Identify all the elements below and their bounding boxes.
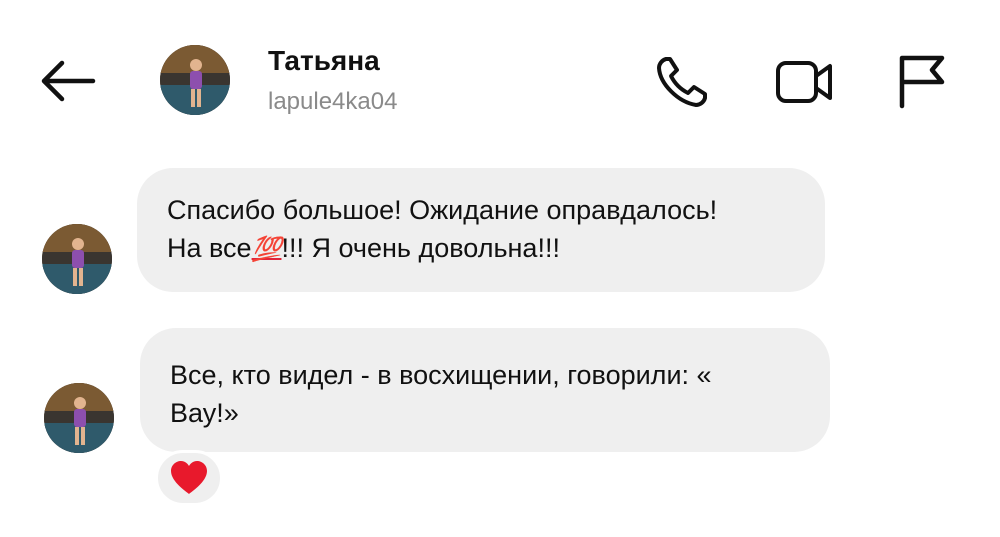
- message-bubble[interactable]: Спасибо большое! Ожидание оправдалось! Н…: [137, 168, 825, 292]
- avatar-photo: [160, 45, 230, 115]
- message-text-line: Спасибо большое! Ожидание оправдалось!: [167, 195, 718, 225]
- report-button[interactable]: [892, 52, 952, 112]
- message-text: !!! Я очень довольна!!!: [281, 233, 560, 263]
- message-text-line: Все, кто видел - в восхищении, говорили:…: [170, 360, 712, 390]
- avatar-photo: [44, 383, 114, 453]
- back-button[interactable]: [38, 56, 98, 106]
- call-button[interactable]: [652, 52, 712, 112]
- flag-icon: [899, 55, 945, 109]
- message-avatar[interactable]: [42, 224, 112, 294]
- video-camera-icon: [776, 61, 832, 103]
- contact-username: lapule4ka04: [268, 88, 398, 115]
- video-call-button[interactable]: [772, 52, 832, 112]
- conversation-header: Татьяна lapule4ka04: [0, 0, 1000, 150]
- arrow-left-icon: [41, 60, 96, 102]
- phone-icon: [657, 57, 707, 107]
- message-text-line: Вау!»: [170, 398, 239, 428]
- heart-icon: [171, 461, 207, 494]
- hundred-points-icon: 💯: [251, 236, 282, 263]
- message-bubble[interactable]: Все, кто видел - в восхищении, говорили:…: [140, 328, 830, 452]
- message-text-line: На все💯!!! Я очень довольна!!!: [167, 229, 795, 269]
- contact-name[interactable]: Татьяна: [268, 45, 380, 77]
- heart-reaction[interactable]: [155, 450, 223, 506]
- message-text: На все: [167, 233, 252, 263]
- avatar-photo: [42, 224, 112, 294]
- contact-avatar[interactable]: [160, 45, 230, 115]
- message-avatar[interactable]: [44, 383, 114, 453]
